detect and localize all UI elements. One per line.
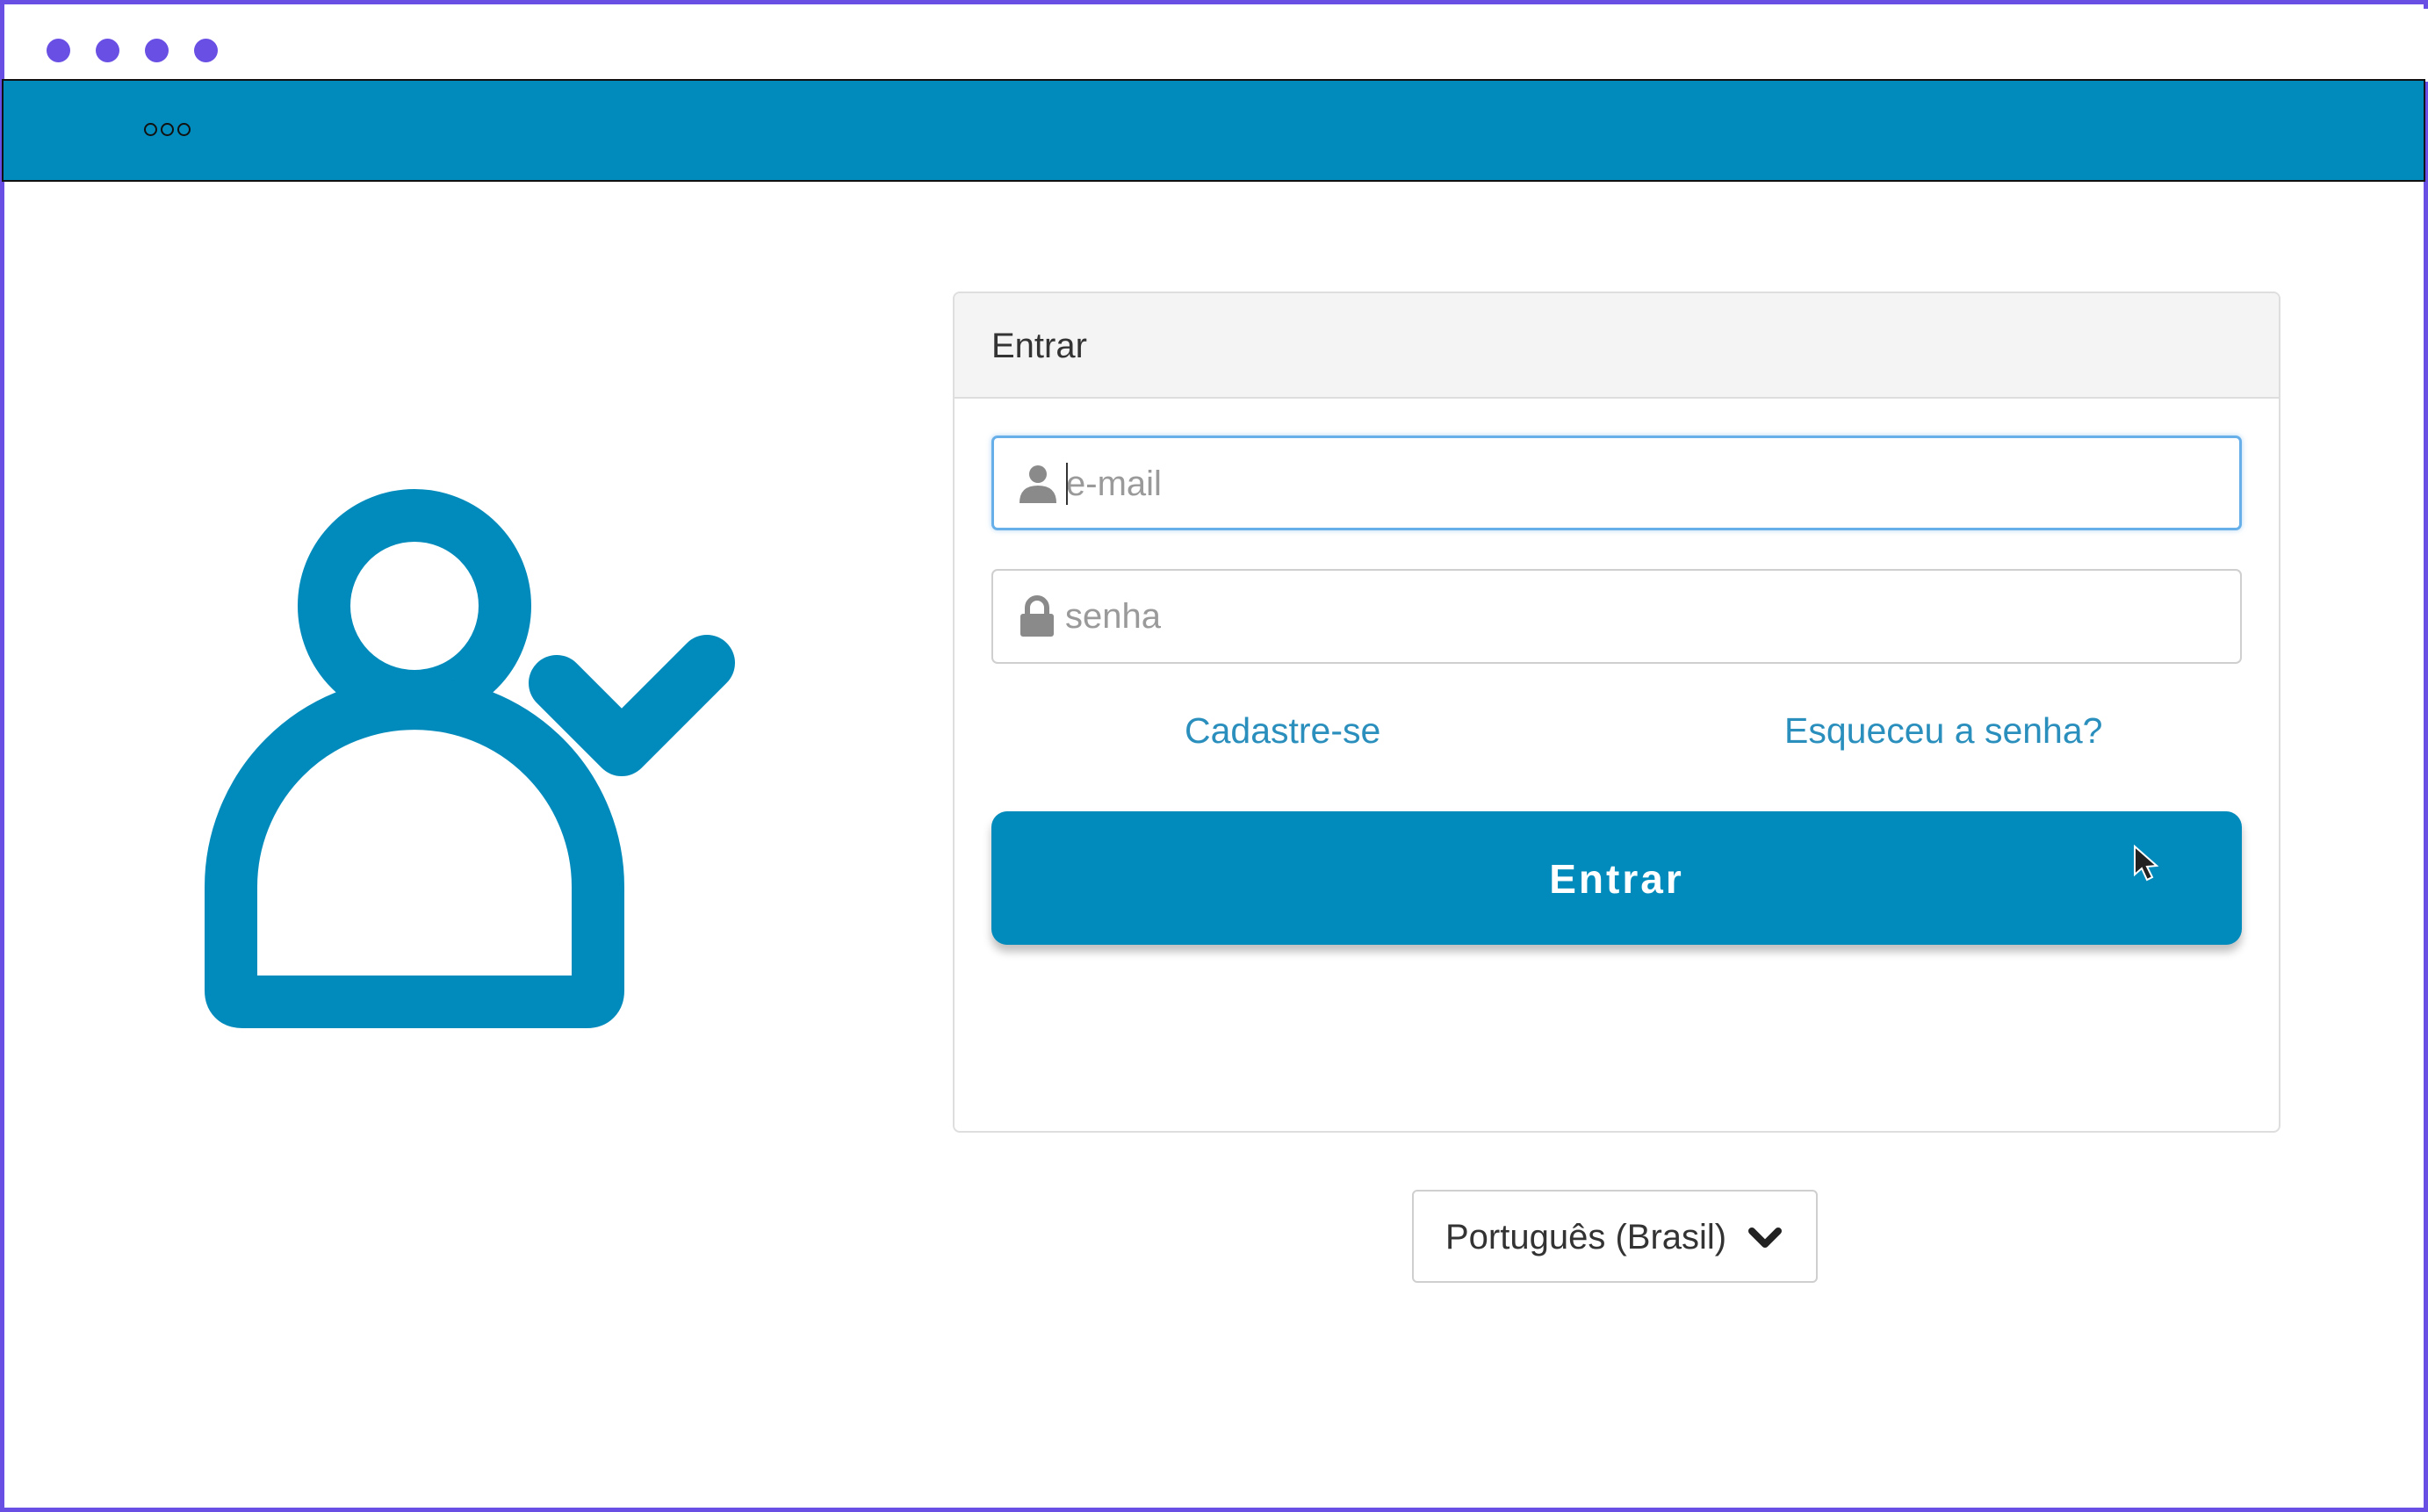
window-dot[interactable]	[47, 39, 70, 62]
app-header-bar	[2, 79, 2425, 182]
login-submit-button[interactable]: Entrar	[991, 811, 2242, 945]
user-check-icon	[205, 489, 735, 1028]
email-field[interactable]: e-mail	[991, 436, 2242, 530]
register-link[interactable]: Cadastre-se	[1185, 710, 1380, 752]
lock-icon	[1020, 595, 1054, 637]
more-dots-icon[interactable]	[144, 123, 191, 136]
forgot-password-link[interactable]: Esqueceu a senha?	[1784, 710, 2102, 752]
language-selected-value: Português (Brasil)	[1445, 1218, 1727, 1256]
card-header: Entrar	[955, 293, 2279, 399]
email-placeholder: e-mail	[1066, 464, 1162, 503]
user-icon	[1019, 465, 1056, 503]
window-titlebar	[9, 9, 2428, 82]
mouse-cursor-icon	[2134, 845, 2159, 882]
window-dot[interactable]	[145, 39, 169, 62]
card-title: Entrar	[991, 327, 1087, 365]
language-select[interactable]: Português (Brasil)	[1412, 1190, 1818, 1283]
password-placeholder: senha	[1065, 597, 1161, 636]
chevron-down-icon	[1748, 1228, 1782, 1248]
login-card: Entrar e-mail senha Cadastre-se Esqueceu…	[953, 292, 2280, 1133]
login-submit-label: Entrar	[1549, 856, 1684, 902]
window-dot[interactable]	[194, 39, 218, 62]
password-field[interactable]: senha	[991, 569, 2242, 664]
text-caret	[1066, 463, 1068, 505]
window-dot[interactable]	[96, 39, 119, 62]
